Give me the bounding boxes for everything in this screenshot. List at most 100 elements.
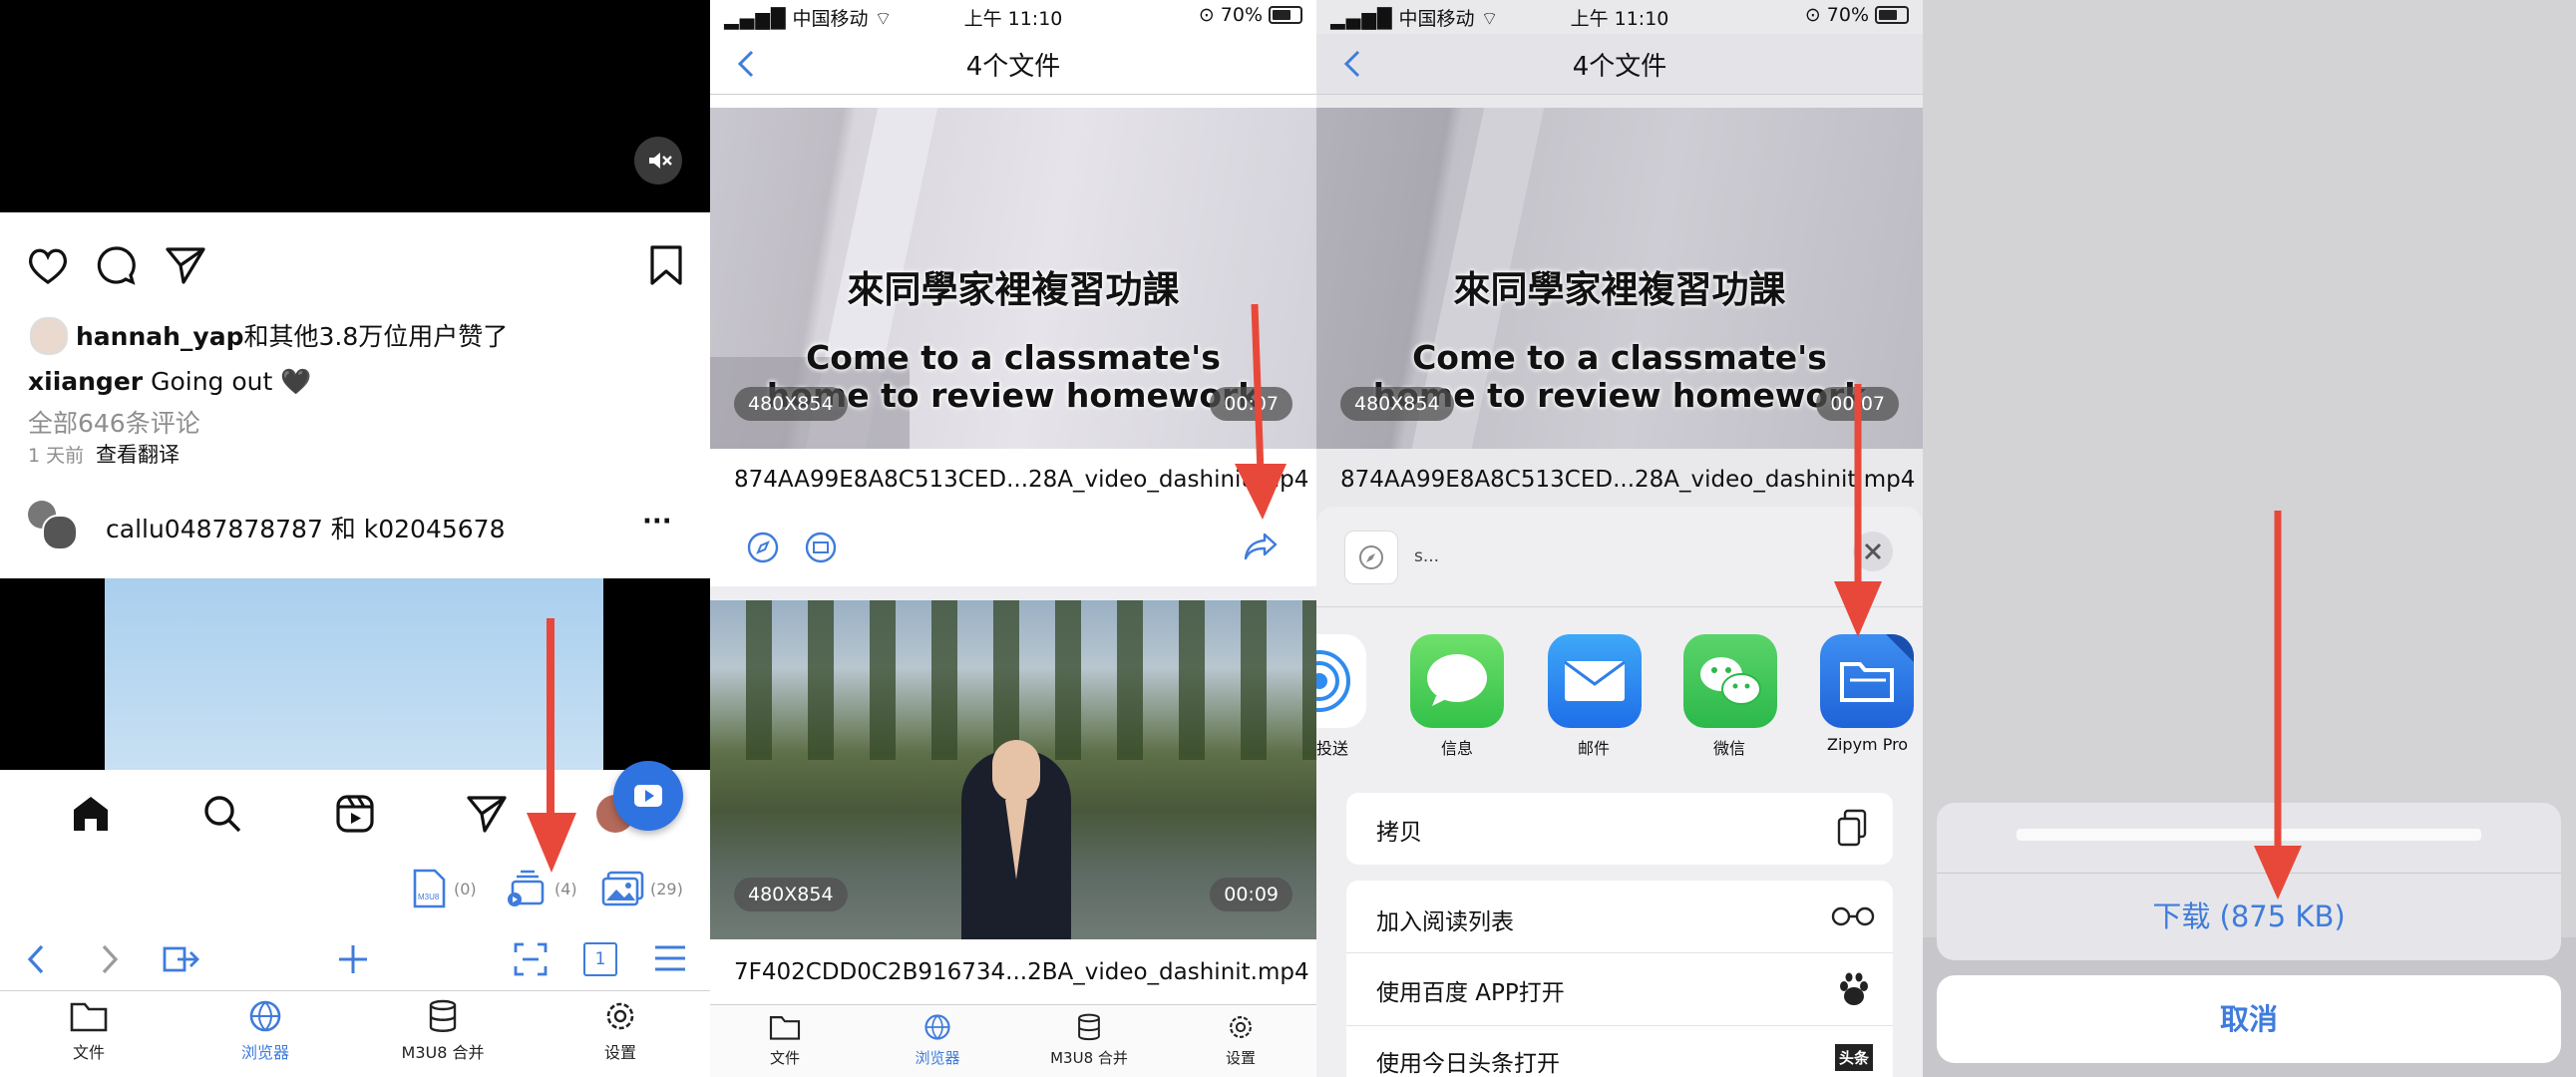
tab-m3u8-merge[interactable]: M3U8 合并 — [1029, 1013, 1149, 1068]
caption-user[interactable]: xiianger — [28, 367, 143, 396]
wechat-app[interactable] — [1683, 634, 1777, 728]
zipym-app[interactable] — [1820, 634, 1914, 728]
app-label: Zipym Pro — [1827, 735, 1909, 754]
instagram-panel: hannah_yap和其他3.8万位用户赞了 xiianger Going ou… — [0, 0, 710, 1077]
liked-by-line: hannah_yap和其他3.8万位用户赞了 — [76, 317, 508, 353]
share-url: s... — [1414, 546, 1440, 566]
cancel-button[interactable]: 取消 — [1937, 975, 2561, 1063]
forward-icon[interactable] — [96, 941, 124, 981]
tab-files[interactable]: 文件 — [725, 1013, 845, 1068]
send-icon[interactable] — [165, 245, 206, 289]
red-arrow — [2254, 511, 2302, 899]
avatar[interactable] — [30, 317, 68, 355]
share-icon[interactable] — [1243, 531, 1279, 566]
video-count: (4) — [554, 880, 577, 898]
action-reading-list[interactable]: 加入阅读列表 — [1346, 881, 1893, 953]
battery-icon — [1875, 6, 1909, 24]
video-area[interactable] — [0, 0, 710, 212]
lock-rotation-icon: ⊙ — [1804, 4, 1821, 26]
tab-m3u8-merge[interactable]: M3U8 合并 — [383, 999, 503, 1063]
copy-icon — [1837, 809, 1867, 847]
scan-icon[interactable] — [513, 941, 549, 981]
action-copy[interactable]: 拷贝 — [1346, 793, 1893, 865]
wechat-icon — [1700, 657, 1761, 705]
lock-rotation-icon: ⊙ — [1198, 4, 1215, 26]
messages-icon — [1427, 654, 1487, 706]
baidu-icon — [1840, 972, 1868, 1005]
separator — [710, 586, 1316, 600]
next-post-users[interactable]: callu0487878787 和 k02045678 — [106, 510, 505, 545]
airdrop-app[interactable] — [1316, 634, 1366, 728]
duration-badge: 00:09 — [1210, 878, 1292, 911]
red-arrow — [720, 299, 1019, 449]
tab-browser[interactable]: 浏览器 — [205, 999, 325, 1063]
liked-by-rest: 和其他3.8万位用户赞了 — [243, 322, 509, 351]
mute-icon[interactable] — [634, 137, 682, 184]
translate-link[interactable]: 查看翻译 — [96, 439, 180, 469]
reels-icon[interactable] — [334, 793, 376, 839]
toutiao-icon: 头条 — [1834, 1044, 1873, 1071]
page-title: 4个文件 — [1572, 52, 1667, 82]
red-arrow — [527, 618, 576, 873]
resolution-badge: 480X854 — [734, 878, 848, 911]
status-bar: ▂▄▆█ 中国移动 ⌔ 上午 11:10 ⊙ 70% — [1316, 0, 1923, 34]
app-tabbar: 文件 浏览器 M3U8 合并 设置 — [710, 1004, 1316, 1077]
action-open-toutiao[interactable]: 使用今日头条打开 头条 — [1346, 1026, 1893, 1077]
tabs-icon[interactable]: 1 — [583, 942, 617, 976]
home-icon[interactable] — [70, 793, 112, 839]
image-icon[interactable] — [600, 869, 646, 912]
plus-icon[interactable] — [335, 941, 371, 981]
download-sheet-panel: 下载 (875 KB) 取消 — [1923, 0, 2576, 1077]
file-m3u8-icon[interactable]: M3U8 — [411, 868, 447, 913]
tab-settings[interactable]: 设置 — [1181, 1013, 1300, 1068]
action-list: 加入阅读列表 使用百度 APP打开 使用今日头条打开 头条 — [1346, 881, 1893, 1077]
view-comments[interactable]: 全部646条评论 — [28, 404, 200, 440]
heart-icon[interactable] — [26, 245, 70, 289]
file-name[interactable]: 874AA99E8A8C513CED...28A_video_dashinit.… — [734, 467, 1308, 493]
bookmark-icon[interactable] — [648, 244, 684, 290]
comment-icon[interactable] — [96, 244, 138, 290]
tab-files[interactable]: 文件 — [29, 999, 149, 1063]
video-thumbnail[interactable]: 480X854 00:09 — [710, 600, 1316, 939]
action-open-baidu[interactable]: 使用百度 APP打开 — [1346, 953, 1893, 1026]
red-arrow — [1834, 384, 1882, 637]
messages-app[interactable] — [1410, 634, 1504, 728]
more-options-button[interactable]: ··· — [642, 507, 672, 537]
app-tabbar: 文件 浏览器 M3U8 合并 设置 — [0, 990, 710, 1077]
tab-browser[interactable]: 浏览器 — [878, 1013, 997, 1068]
action-label: 使用百度 APP打开 — [1376, 980, 1565, 1006]
tab-settings[interactable]: 设置 — [560, 999, 680, 1063]
post-image[interactable] — [0, 578, 710, 770]
red-arrow — [1235, 304, 1287, 520]
battery: ⊙ 70% — [1805, 4, 1909, 26]
share-to-icon[interactable] — [160, 940, 201, 982]
airdrop-icon — [1316, 650, 1350, 712]
direct-icon[interactable] — [466, 793, 508, 839]
share-url-field[interactable] — [1344, 531, 1398, 584]
compass-icon[interactable] — [746, 531, 780, 568]
liked-by-user[interactable]: hannah_yap — [76, 322, 244, 351]
resolution-badge: 480X854 — [1340, 387, 1454, 421]
video-caption-zh: 來同學家裡複習功課 — [1453, 268, 1786, 311]
image-count: (29) — [650, 880, 683, 898]
app-label: 投送 — [1316, 739, 1349, 758]
action-label: 拷贝 — [1376, 820, 1422, 846]
video-fab-icon[interactable] — [613, 761, 683, 831]
post-time: 1 天前 — [28, 445, 85, 467]
subtitle-icon[interactable] — [804, 531, 838, 568]
battery-icon — [1269, 6, 1302, 24]
avatar[interactable] — [28, 501, 78, 550]
glasses-icon — [1831, 906, 1875, 926]
app-label: 微信 — [1713, 739, 1746, 758]
caption-text: Going out 🖤 — [151, 367, 312, 396]
mail-app[interactable] — [1548, 634, 1642, 728]
file-list-panel: ▂▄▆█ 中国移动 ⌔ 上午 11:10 ⊙ 70% 4个文件 來同學家裡複習功課… — [710, 0, 1316, 1077]
back-icon[interactable] — [22, 941, 50, 981]
file-name[interactable]: 7F402CDD0C2B916734...2BA_video_dashinit.… — [734, 959, 1309, 985]
search-icon[interactable] — [201, 793, 243, 839]
file-count: (0) — [454, 880, 477, 898]
menu-icon[interactable] — [652, 943, 688, 977]
nav-bar: 4个文件 — [1316, 34, 1923, 95]
app-label: 信息 — [1441, 739, 1474, 758]
compass-icon — [1359, 545, 1383, 569]
